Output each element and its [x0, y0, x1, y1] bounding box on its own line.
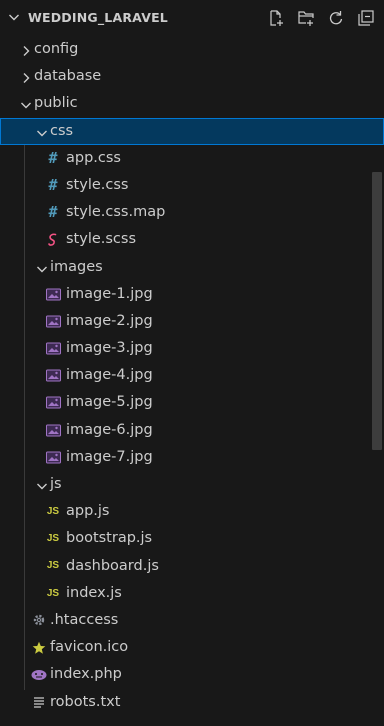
image-file-icon	[44, 417, 62, 444]
css-file-icon: #	[48, 175, 58, 194]
tree-item-label: image-4.jpg	[66, 367, 153, 384]
chevron-right-icon[interactable]	[18, 42, 34, 58]
tree-item-label: style.scss	[66, 231, 137, 248]
scss-file-icon	[44, 226, 62, 253]
tree-item-label: image-7.jpg	[66, 448, 153, 465]
tree-item-label: dashboard.js	[66, 557, 159, 574]
tree-item-label: app.js	[66, 503, 110, 520]
file-image-7[interactable]: image-7.jpg	[0, 444, 384, 471]
file-htaccess[interactable]: .htaccess	[0, 607, 384, 634]
file-image-1[interactable]: image-1.jpg	[0, 281, 384, 308]
file-image-4[interactable]: image-4.jpg	[0, 362, 384, 389]
file-dashboard-js[interactable]: JS dashboard.js	[0, 553, 384, 580]
folder-config[interactable]: config	[0, 36, 384, 63]
folder-database[interactable]: database	[0, 63, 384, 90]
tree-item-label: public	[34, 95, 78, 112]
tree-item-label: database	[34, 68, 102, 85]
tree-item-label: image-2.jpg	[66, 312, 153, 329]
folder-public[interactable]: public	[0, 90, 384, 117]
image-file-icon	[44, 362, 62, 389]
chevron-down-icon[interactable]	[18, 96, 34, 112]
file-style-css-map[interactable]: # style.css.map	[0, 199, 384, 226]
js-file-icon: JS	[46, 506, 60, 518]
js-file-icon: JS	[46, 560, 60, 572]
tree-item-label: style.css.map	[66, 204, 166, 221]
explorer-actions	[266, 0, 376, 35]
php-file-icon	[30, 661, 48, 688]
file-style-css[interactable]: # style.css	[0, 172, 384, 199]
tree-item-label: favicon.ico	[50, 639, 129, 656]
image-file-icon	[44, 335, 62, 362]
explorer-title[interactable]: WEDDING_LARAVEL	[28, 0, 168, 35]
chevron-right-icon[interactable]	[18, 69, 34, 85]
file-bootstrap-js[interactable]: JS bootstrap.js	[0, 525, 384, 552]
css-file-icon: #	[48, 203, 58, 222]
tree-item-label: config	[34, 41, 79, 57]
star-icon	[30, 634, 48, 661]
js-file-icon: JS	[46, 587, 60, 599]
folder-css[interactable]: css	[0, 117, 384, 145]
refresh-button[interactable]	[326, 8, 346, 28]
folder-images[interactable]: images	[0, 254, 384, 281]
chevron-down-icon[interactable]	[6, 9, 22, 25]
image-file-icon	[44, 281, 62, 308]
image-file-icon	[44, 444, 62, 471]
image-file-icon	[44, 308, 62, 335]
tree-item-label: image-5.jpg	[66, 394, 153, 411]
file-image-2[interactable]: image-2.jpg	[0, 308, 384, 335]
file-image-5[interactable]: image-5.jpg	[0, 389, 384, 416]
gear-icon	[30, 607, 48, 634]
tree-item-label: bootstrap.js	[66, 530, 153, 547]
scrollbar-thumb[interactable]	[372, 172, 382, 450]
image-file-icon	[44, 389, 62, 416]
chevron-down-icon[interactable]	[34, 477, 50, 493]
new-file-icon	[270, 9, 283, 26]
text-file-icon	[30, 689, 48, 716]
file-app-js[interactable]: JS app.js	[0, 498, 384, 525]
tree-item-label: image-1.jpg	[66, 285, 153, 302]
tree-item-label: index.js	[66, 584, 122, 601]
file-app-css[interactable]: # app.css	[0, 145, 384, 172]
tree-item-label: js	[50, 476, 62, 492]
chevron-down-icon[interactable]	[34, 124, 50, 140]
file-image-6[interactable]: image-6.jpg	[0, 417, 384, 444]
file-image-3[interactable]: image-3.jpg	[0, 335, 384, 362]
tree-item-label: app.css	[66, 149, 121, 166]
js-file-icon: JS	[46, 533, 60, 545]
tree-item-label: style.css	[66, 176, 129, 193]
tree-item-label: images	[50, 258, 103, 275]
chevron-down-icon[interactable]	[34, 260, 50, 276]
tree-item-label: robots.txt	[50, 693, 121, 710]
explorer-header: WEDDING_LARAVEL	[0, 0, 384, 35]
file-index-php[interactable]: index.php	[0, 661, 384, 688]
collapse-all-icon	[358, 9, 374, 26]
tree-item-label: css	[50, 122, 74, 139]
folder-js[interactable]: js	[0, 471, 384, 498]
tree-item-label: image-6.jpg	[66, 421, 153, 438]
collapse-all-button[interactable]	[356, 8, 376, 28]
file-robots-txt[interactable]: robots.txt	[0, 689, 384, 716]
refresh-icon	[329, 10, 343, 24]
new-folder-icon	[298, 10, 314, 26]
tree-item-label: index.php	[50, 666, 122, 683]
file-style-scss[interactable]: style.scss	[0, 226, 384, 253]
file-tree: config database public css # app.css # style.cs…	[0, 36, 384, 716]
file-favicon[interactable]: favicon.ico	[0, 634, 384, 661]
new-file-button[interactable]	[266, 8, 286, 28]
css-file-icon: #	[48, 148, 58, 167]
new-folder-button[interactable]	[296, 8, 316, 28]
tree-item-label: image-3.jpg	[66, 340, 153, 357]
file-index-js[interactable]: JS index.js	[0, 580, 384, 607]
tree-item-label: .htaccess	[50, 611, 119, 628]
